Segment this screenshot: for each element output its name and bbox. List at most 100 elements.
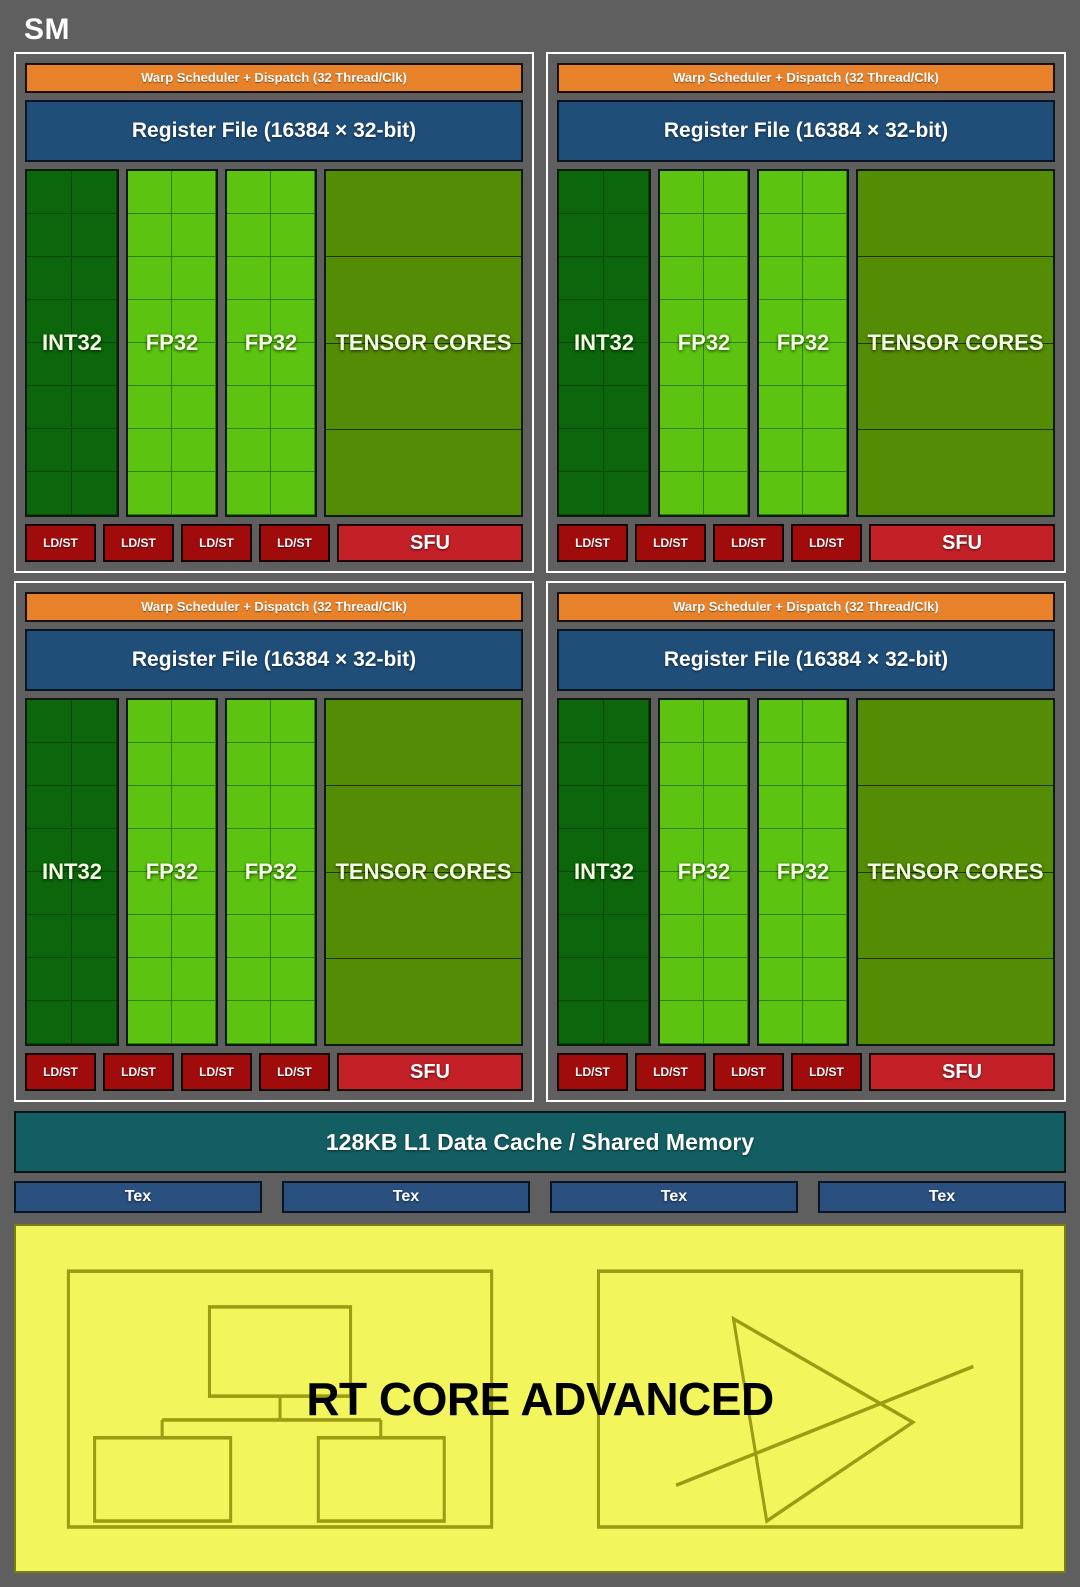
core-cell-grid: [227, 700, 315, 1044]
tensor-band: [858, 344, 1053, 430]
tensor-band: [858, 786, 1053, 873]
core-cell: [803, 700, 847, 743]
core-cell-grid: [27, 171, 117, 515]
core-cell: [172, 257, 216, 300]
core-cell: [227, 386, 271, 429]
core-cell: [172, 743, 216, 786]
tensor-band: [326, 257, 521, 344]
ldst-unit: LD/ST: [181, 524, 252, 562]
core-cell: [271, 257, 315, 300]
core-cell: [704, 872, 748, 915]
core-cell: [704, 257, 748, 300]
core-cell: [172, 958, 216, 1001]
core-cell: [803, 1001, 847, 1044]
texture-unit-row: Tex Tex Tex Tex: [14, 1181, 1066, 1213]
ldst-unit: LD/ST: [557, 1053, 628, 1091]
core-cell: [559, 872, 604, 915]
core-cell: [271, 472, 315, 515]
core-cell: [72, 214, 117, 257]
core-cell: [704, 915, 748, 958]
register-file-bar: Register File (16384 × 32-bit): [25, 100, 523, 162]
core-cell: [704, 343, 748, 386]
core-cell: [660, 743, 704, 786]
core-cell: [759, 300, 803, 343]
core-cell: [759, 472, 803, 515]
ldst-unit: LD/ST: [791, 1053, 862, 1091]
core-cell: [759, 429, 803, 472]
core-column-fp32: FP32: [126, 169, 218, 517]
core-cell-grid: [660, 171, 748, 515]
core-column-fp32: FP32: [757, 698, 849, 1046]
core-cell: [803, 257, 847, 300]
core-cell-grid: [559, 171, 649, 515]
core-cell: [271, 829, 315, 872]
core-cell: [803, 171, 847, 214]
core-column-int32: INT32: [557, 169, 651, 517]
core-cell: [271, 1001, 315, 1044]
core-cell: [72, 915, 117, 958]
core-cell: [704, 171, 748, 214]
core-cell: [704, 1001, 748, 1044]
core-cell: [271, 786, 315, 829]
warp-scheduler-bar: Warp Scheduler + Dispatch (32 Thread/Clk…: [557, 63, 1055, 93]
core-cell: [604, 257, 649, 300]
core-cell: [604, 829, 649, 872]
core-cell: [271, 343, 315, 386]
processing-block-grid: Warp Scheduler + Dispatch (32 Thread/Clk…: [14, 52, 1066, 1102]
core-cell: [803, 743, 847, 786]
core-cell: [559, 472, 604, 515]
core-cell: [271, 429, 315, 472]
core-cell: [227, 872, 271, 915]
core-column-row: INT32 FP32 FP32 TENSOR CORES: [25, 698, 523, 1046]
core-column-fp32: FP32: [225, 698, 317, 1046]
core-cell: [660, 214, 704, 257]
core-column-fp32: FP32: [658, 698, 750, 1046]
core-cell: [759, 343, 803, 386]
core-cell: [271, 915, 315, 958]
ldst-unit: LD/ST: [25, 524, 96, 562]
tensor-band-grid: [326, 171, 521, 515]
core-cell: [271, 743, 315, 786]
core-cell-grid: [27, 700, 117, 1044]
core-column-int32: INT32: [557, 698, 651, 1046]
register-file-bar: Register File (16384 × 32-bit): [25, 629, 523, 691]
warp-scheduler-bar: Warp Scheduler + Dispatch (32 Thread/Clk…: [25, 63, 523, 93]
core-cell: [704, 743, 748, 786]
ldst-unit: LD/ST: [103, 524, 174, 562]
ldst-unit: LD/ST: [103, 1053, 174, 1091]
core-cell: [227, 300, 271, 343]
core-cell: [227, 343, 271, 386]
core-cell: [128, 700, 172, 743]
core-cell: [271, 872, 315, 915]
tensor-band: [326, 171, 521, 258]
core-cell: [128, 958, 172, 1001]
core-cell-grid: [759, 700, 847, 1044]
core-column-tensor: TENSOR CORES: [324, 698, 523, 1046]
l1-data-cache-block: 128KB L1 Data Cache / Shared Memory: [14, 1111, 1066, 1173]
core-cell: [660, 786, 704, 829]
core-cell: [559, 343, 604, 386]
ldst-unit: LD/ST: [25, 1053, 96, 1091]
core-cell: [660, 386, 704, 429]
rt-core-panel: RT CORE ADVANCED: [14, 1224, 1066, 1573]
core-cell: [660, 700, 704, 743]
core-cell: [704, 429, 748, 472]
core-cell: [660, 429, 704, 472]
core-cell: [72, 700, 117, 743]
core-cell: [72, 472, 117, 515]
core-cell: [72, 300, 117, 343]
tensor-band: [326, 430, 521, 515]
core-cell: [759, 915, 803, 958]
core-cell: [803, 872, 847, 915]
core-cell: [660, 257, 704, 300]
core-cell: [559, 429, 604, 472]
core-cell: [604, 171, 649, 214]
core-column-int32: INT32: [25, 169, 119, 517]
core-cell: [227, 829, 271, 872]
core-cell: [660, 1001, 704, 1044]
core-cell: [172, 872, 216, 915]
core-cell: [128, 786, 172, 829]
core-cell: [660, 171, 704, 214]
ldst-sfu-row: LD/ST LD/ST LD/ST LD/ST SFU: [557, 524, 1055, 562]
core-cell: [759, 700, 803, 743]
